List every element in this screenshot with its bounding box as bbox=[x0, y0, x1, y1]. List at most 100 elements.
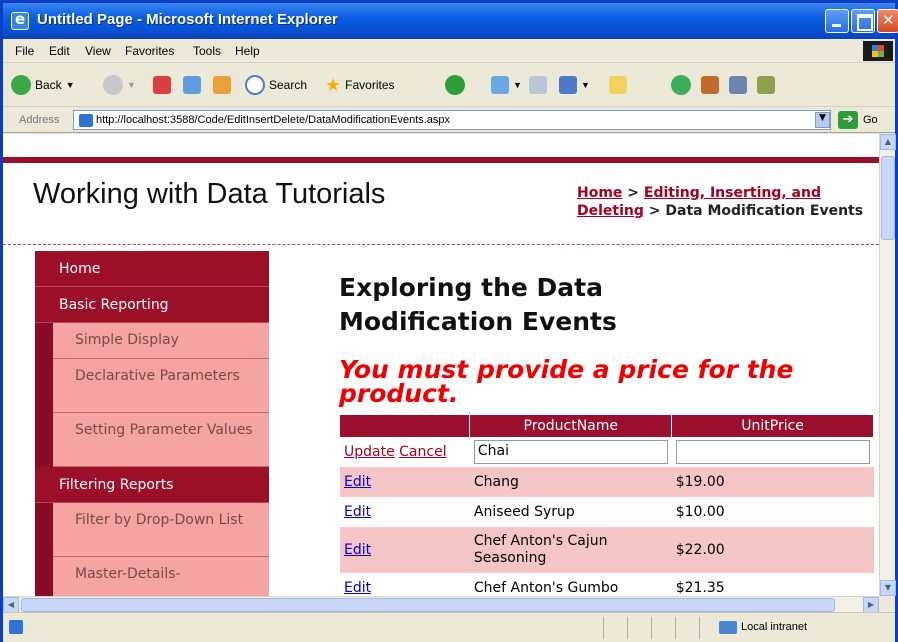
refresh-button[interactable] bbox=[183, 73, 201, 97]
tool-button-1[interactable] bbox=[701, 73, 719, 97]
sidebar-item-master-details[interactable]: Master-Details- bbox=[53, 557, 269, 596]
product-name-input[interactable]: Chai bbox=[473, 440, 668, 464]
forward-button[interactable]: ▼ bbox=[103, 73, 136, 97]
menu-bar: File Edit View Favorites Tools Help bbox=[3, 39, 895, 63]
back-arrow-icon bbox=[11, 75, 31, 95]
title-bar[interactable]: Untitled Page - Microsoft Internet Explo… bbox=[3, 3, 898, 39]
media-icon bbox=[445, 75, 465, 95]
scroll-down-icon[interactable]: ▼ bbox=[880, 580, 896, 596]
edit-actions-cell: Update Cancel bbox=[340, 437, 470, 467]
word-dropdown-icon: ▼ bbox=[581, 80, 590, 90]
search-label: Search bbox=[269, 78, 308, 92]
sidebar-item-simple-display[interactable]: Simple Display bbox=[53, 323, 269, 359]
sidebar-item-filtering-reports[interactable]: Filtering Reports bbox=[35, 467, 269, 503]
product-cell: Aniseed Syrup bbox=[469, 497, 672, 527]
messenger-icon bbox=[671, 75, 691, 95]
page-icon bbox=[79, 114, 93, 127]
back-button[interactable]: Back ▼ bbox=[11, 73, 75, 97]
edit-link[interactable]: Edit bbox=[344, 504, 371, 520]
go-arrow-icon[interactable]: ➔ bbox=[838, 111, 858, 129]
column-header-unitprice[interactable]: UnitPrice bbox=[671, 415, 874, 437]
scroll-left-icon[interactable]: ◀ bbox=[3, 597, 19, 613]
security-zone-label: Local intranet bbox=[741, 621, 808, 633]
price-cell: $19.00 bbox=[671, 467, 874, 497]
breadcrumb-separator: > bbox=[643, 203, 666, 219]
edit-link[interactable]: Edit bbox=[344, 474, 371, 490]
edit-cell: Edit bbox=[340, 497, 470, 527]
pencil-icon bbox=[701, 76, 719, 94]
breadcrumb: Home > Editing, Inserting, and Deleting … bbox=[577, 184, 867, 220]
update-link[interactable]: Update bbox=[344, 444, 395, 460]
page-viewport: Working with Data Tutorials Home > Editi… bbox=[3, 134, 879, 596]
horizontal-scroll-thumb[interactable] bbox=[21, 598, 835, 612]
favorites-label: Favorites bbox=[345, 78, 395, 92]
tool-button-3[interactable] bbox=[757, 73, 775, 97]
menu-favorites[interactable]: Favorites bbox=[125, 44, 174, 58]
breadcrumb-home-link[interactable]: Home bbox=[577, 185, 622, 201]
page-heading: Exploring the Data Modification Events bbox=[339, 273, 617, 336]
favorites-button[interactable]: ★ Favorites bbox=[325, 73, 395, 97]
address-input[interactable]: http://localhost:3588/Code/EditInsertDel… bbox=[73, 110, 831, 130]
product-cell: Chang bbox=[469, 467, 672, 497]
edit-link[interactable]: Edit bbox=[344, 542, 371, 558]
vertical-scrollbar[interactable]: ▲ ▼ bbox=[879, 134, 896, 596]
search-icon bbox=[245, 75, 265, 95]
sidebar-item-home[interactable]: Home bbox=[35, 251, 269, 287]
history-dropdown-icon: ▼ bbox=[513, 80, 522, 90]
address-dropdown-icon[interactable]: ▼ bbox=[815, 112, 830, 128]
folder-button[interactable] bbox=[609, 73, 627, 97]
sidebar-item-setting-parameter-values[interactable]: Setting Parameter Values bbox=[53, 413, 269, 467]
breadcrumb-separator: > bbox=[622, 185, 644, 201]
search-button[interactable]: Search bbox=[245, 73, 307, 97]
menu-help[interactable]: Help bbox=[235, 44, 260, 58]
tool-button-2[interactable] bbox=[729, 73, 747, 97]
status-bar: Local intranet bbox=[3, 612, 895, 642]
back-dropdown-icon[interactable]: ▼ bbox=[66, 80, 75, 90]
vertical-scroll-thumb[interactable] bbox=[881, 156, 895, 240]
scroll-up-icon[interactable]: ▲ bbox=[880, 134, 896, 150]
unit-price-input[interactable] bbox=[675, 440, 870, 464]
table-row: Edit Chang $19.00 bbox=[340, 467, 874, 497]
star-icon: ★ bbox=[325, 74, 342, 95]
address-label: Address bbox=[19, 114, 60, 126]
menu-view[interactable]: View bbox=[85, 44, 111, 58]
price-edit-cell bbox=[671, 437, 874, 467]
price-cell: $21.35 bbox=[671, 573, 874, 596]
menu-edit[interactable]: Edit bbox=[49, 44, 70, 58]
media-button[interactable] bbox=[445, 73, 465, 97]
column-header-productname[interactable]: ProductName bbox=[469, 415, 673, 437]
edit-cell: Edit bbox=[340, 527, 470, 573]
menu-file[interactable]: File bbox=[15, 44, 34, 58]
product-cell: Chef Anton's Gumbo bbox=[469, 573, 672, 596]
minimize-button[interactable] bbox=[825, 9, 849, 33]
menu-tools[interactable]: Tools bbox=[193, 44, 221, 58]
edit-link[interactable]: Edit bbox=[344, 580, 371, 596]
go-button[interactable]: Go bbox=[863, 114, 878, 126]
status-divider bbox=[699, 617, 700, 639]
cancel-link[interactable]: Cancel bbox=[399, 444, 446, 460]
status-divider bbox=[603, 617, 604, 639]
product-edit-cell: Chai bbox=[469, 437, 672, 467]
error-message: You must provide a price for the product… bbox=[339, 355, 794, 408]
site-title: Working with Data Tutorials bbox=[33, 178, 386, 210]
back-label: Back bbox=[35, 78, 62, 92]
horizontal-scrollbar[interactable]: ◀ ▶ bbox=[3, 596, 879, 613]
sidebar-item-basic-reporting[interactable]: Basic Reporting bbox=[35, 287, 269, 323]
status-divider bbox=[675, 617, 676, 639]
stop-button[interactable] bbox=[153, 73, 171, 97]
messenger-button[interactable] bbox=[671, 73, 691, 97]
mail-button[interactable] bbox=[529, 73, 547, 97]
page-status-icon bbox=[9, 620, 23, 634]
forward-arrow-icon bbox=[103, 75, 123, 95]
scroll-right-icon[interactable]: ▶ bbox=[863, 597, 879, 613]
grid-header-row: ProductName UnitPrice bbox=[340, 415, 874, 437]
sidebar-item-declarative-parameters[interactable]: Declarative Parameters bbox=[53, 359, 269, 413]
history-button[interactable]: ▼ bbox=[491, 73, 522, 97]
close-button[interactable] bbox=[877, 9, 898, 33]
sidebar-item-filter-by-dropdown[interactable]: Filter by Drop-Down List bbox=[53, 503, 269, 557]
header-divider bbox=[3, 244, 879, 245]
home-button[interactable] bbox=[213, 73, 231, 97]
word-button[interactable]: ▼ bbox=[559, 73, 590, 97]
stop-icon bbox=[153, 76, 171, 94]
maximize-button[interactable] bbox=[851, 9, 875, 33]
